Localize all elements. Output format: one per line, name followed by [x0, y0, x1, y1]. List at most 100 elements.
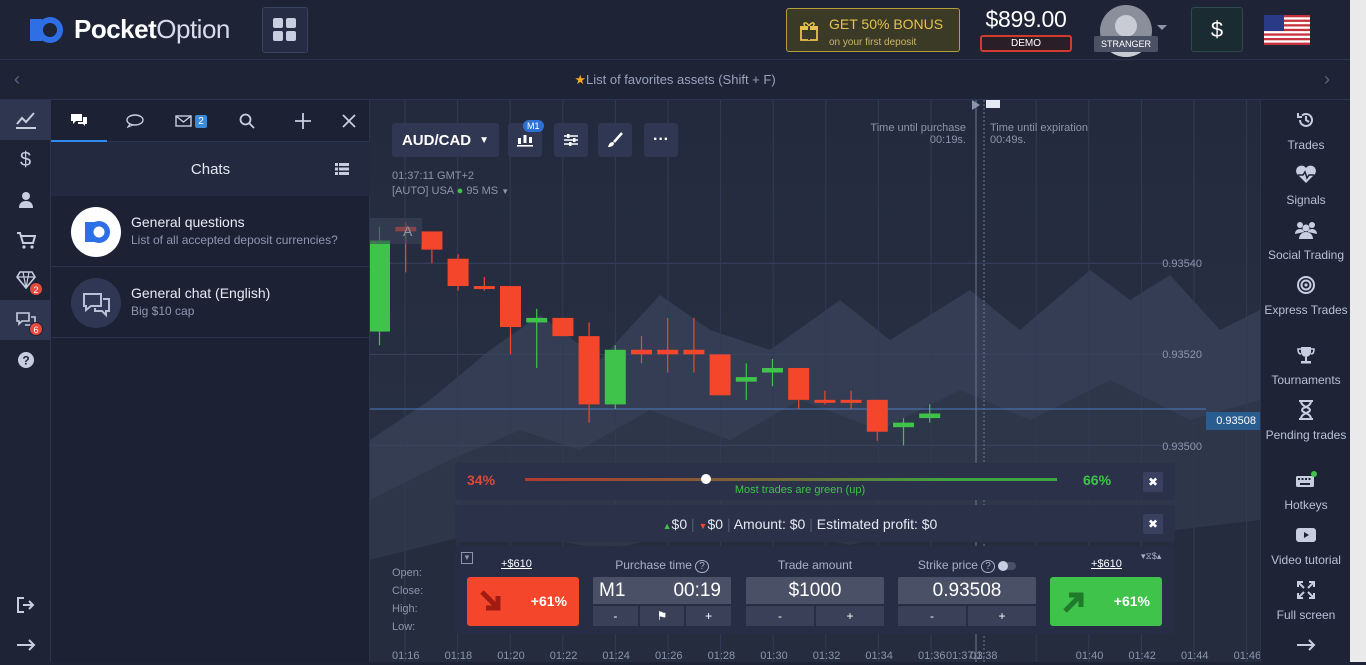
flag-icon[interactable]: ⚑ — [639, 606, 685, 626]
nav-pending-trades-label: Pending trades — [1265, 428, 1347, 442]
strike-price-label: Strike price — [917, 558, 978, 572]
tab-search[interactable] — [219, 100, 275, 142]
strike-price-value[interactable]: 0.93508 — [898, 577, 1036, 604]
drawing-marker[interactable]: A — [370, 218, 422, 244]
help-icon[interactable]: ? — [981, 560, 995, 573]
price-level-label: 0.93500 — [1162, 441, 1202, 453]
purchase-time-plus[interactable]: + — [686, 606, 732, 626]
strike-price-minus[interactable]: - — [898, 606, 966, 626]
purchase-timeframe: M1 — [599, 580, 626, 601]
demo-badge[interactable]: DEMO — [980, 35, 1072, 52]
close-summary-button[interactable]: ✖ — [1143, 514, 1163, 534]
apps-grid-button[interactable] — [262, 7, 308, 53]
page-scrollbar[interactable] — [1350, 0, 1366, 662]
nav-chart[interactable] — [0, 100, 51, 140]
candle-body — [370, 240, 390, 332]
trade-amount-value[interactable]: $1000 — [746, 577, 884, 604]
summary-up: $0 — [671, 516, 688, 532]
more-options-button[interactable]: ··· — [644, 123, 678, 157]
strike-price-toggle[interactable] — [998, 560, 1017, 571]
dollar-icon: $ — [19, 148, 32, 171]
nav-signals-label: Signals — [1286, 193, 1326, 207]
time-axis-label: 01:32 — [812, 650, 841, 662]
strike-price-plus[interactable]: + — [968, 606, 1036, 626]
tab-messages[interactable] — [107, 100, 163, 142]
collapse-panel-icon[interactable]: ▼ — [461, 552, 473, 564]
nav-tournaments[interactable]: Tournaments — [1261, 345, 1351, 388]
nav-finance[interactable]: $ — [0, 140, 51, 180]
nav-profile[interactable] — [0, 180, 51, 220]
nav-full-screen[interactable]: Full screen — [1261, 580, 1351, 623]
purchase-time-value: 00:19 — [673, 580, 721, 601]
chat-subtitle: Big $10 cap — [131, 304, 195, 318]
indicators-button[interactable] — [554, 123, 588, 157]
right-nav: Trades Signals Social Trading Express Tr… — [1260, 100, 1350, 662]
brush-icon — [608, 132, 623, 147]
candle-body — [657, 349, 679, 355]
asset-selector[interactable]: AUD/CAD ▼ — [392, 123, 499, 157]
nav-social-trading[interactable]: Social Trading — [1261, 220, 1351, 263]
drawings-button[interactable] — [598, 123, 632, 157]
nav-signals[interactable]: Signals — [1261, 165, 1351, 208]
chevron-right-icon[interactable]: › — [1324, 69, 1330, 90]
chat-item[interactable]: General questions List of all accepted d… — [51, 196, 370, 267]
nav-pending-trades[interactable]: Pending trades — [1261, 400, 1351, 443]
chevron-down-icon[interactable] — [1157, 25, 1167, 30]
trader-sentiment: 34% Most trades are green (up) 66% ✖ — [455, 463, 1175, 500]
strike-price-field[interactable]: 0.93508 - + — [898, 577, 1036, 626]
close-sentiment-button[interactable]: ✖ — [1143, 472, 1163, 492]
nav-chat[interactable]: 6 — [0, 300, 51, 340]
list-icon[interactable] — [335, 163, 349, 175]
trade-amount-field[interactable]: $1000 - + — [746, 577, 884, 626]
chats-title: Chats — [190, 161, 231, 178]
gift-icon — [800, 22, 818, 41]
candle-body — [604, 349, 626, 405]
buy-button[interactable]: +61% — [1050, 577, 1162, 626]
nav-video-tutorial[interactable]: Video tutorial — [1261, 525, 1351, 568]
nav-right-collapse[interactable] — [1261, 638, 1351, 656]
sell-button[interactable]: +61% — [467, 577, 579, 626]
tab-chats[interactable] — [51, 100, 107, 142]
nav-collapse[interactable] — [0, 625, 51, 665]
nav-hotkeys[interactable]: Hotkeys — [1261, 470, 1351, 513]
candles-icon — [517, 135, 533, 147]
candle-body — [578, 336, 600, 405]
hourglass-icon — [1299, 400, 1313, 420]
purchase-time-minus[interactable]: - — [593, 606, 638, 626]
keyboard-icon — [1296, 471, 1317, 487]
purchase-time-field[interactable]: M1 00:19 - ⚑ + — [593, 577, 732, 626]
logo[interactable]: PocketOption — [28, 14, 230, 45]
balance[interactable]: $899.00 DEMO — [980, 6, 1072, 52]
bonus-banner[interactable]: GET 50% BONUS on your first deposit — [786, 8, 960, 52]
summary-profit: Estimated profit: $0 — [816, 516, 938, 532]
close-chat-button[interactable] — [321, 100, 377, 142]
expiration-flag-icon — [986, 100, 1000, 108]
candle-body — [500, 286, 521, 328]
nav-express-trades[interactable]: Express Trades — [1261, 275, 1351, 318]
nav-achievements[interactable]: 2 — [0, 260, 51, 300]
deposit-button[interactable]: $ — [1191, 7, 1243, 52]
trade-amount-minus[interactable]: - — [746, 606, 814, 626]
chat-name: General questions — [131, 214, 245, 230]
time-axis-label: 01:34 — [865, 650, 893, 662]
nav-market[interactable] — [0, 220, 51, 260]
sell-payout: +$610 — [501, 558, 532, 570]
chat-item[interactable]: General chat (English) Big $10 cap — [51, 267, 370, 338]
chart-area[interactable]: AUD/CAD ▼ M1 ··· 01:37:11 GMT+2 [AUTO] US… — [370, 100, 1260, 662]
trade-amount-plus[interactable]: + — [816, 606, 884, 626]
close-icon: ✖ — [1147, 475, 1159, 489]
chat-subtitle: List of all accepted deposit currencies? — [131, 233, 338, 247]
trade-panel-settings-icon[interactable]: ▾⧖$▴ — [1141, 551, 1161, 562]
user-status-badge: STRANGER — [1094, 36, 1158, 52]
time-axis-label: 01:22 — [549, 650, 578, 662]
nav-logout[interactable] — [0, 585, 51, 625]
candle-body — [788, 367, 810, 400]
nav-help[interactable]: ? — [0, 340, 51, 380]
chevron-down-icon: ▼ — [479, 134, 490, 146]
nav-trades[interactable]: Trades — [1261, 110, 1351, 153]
message-icon — [126, 114, 144, 128]
language-flag-icon[interactable] — [1264, 15, 1310, 45]
chevron-down-icon[interactable]: ▼ — [501, 187, 509, 196]
tab-mail[interactable]: 2 — [163, 100, 219, 142]
help-icon[interactable]: ? — [695, 560, 709, 573]
